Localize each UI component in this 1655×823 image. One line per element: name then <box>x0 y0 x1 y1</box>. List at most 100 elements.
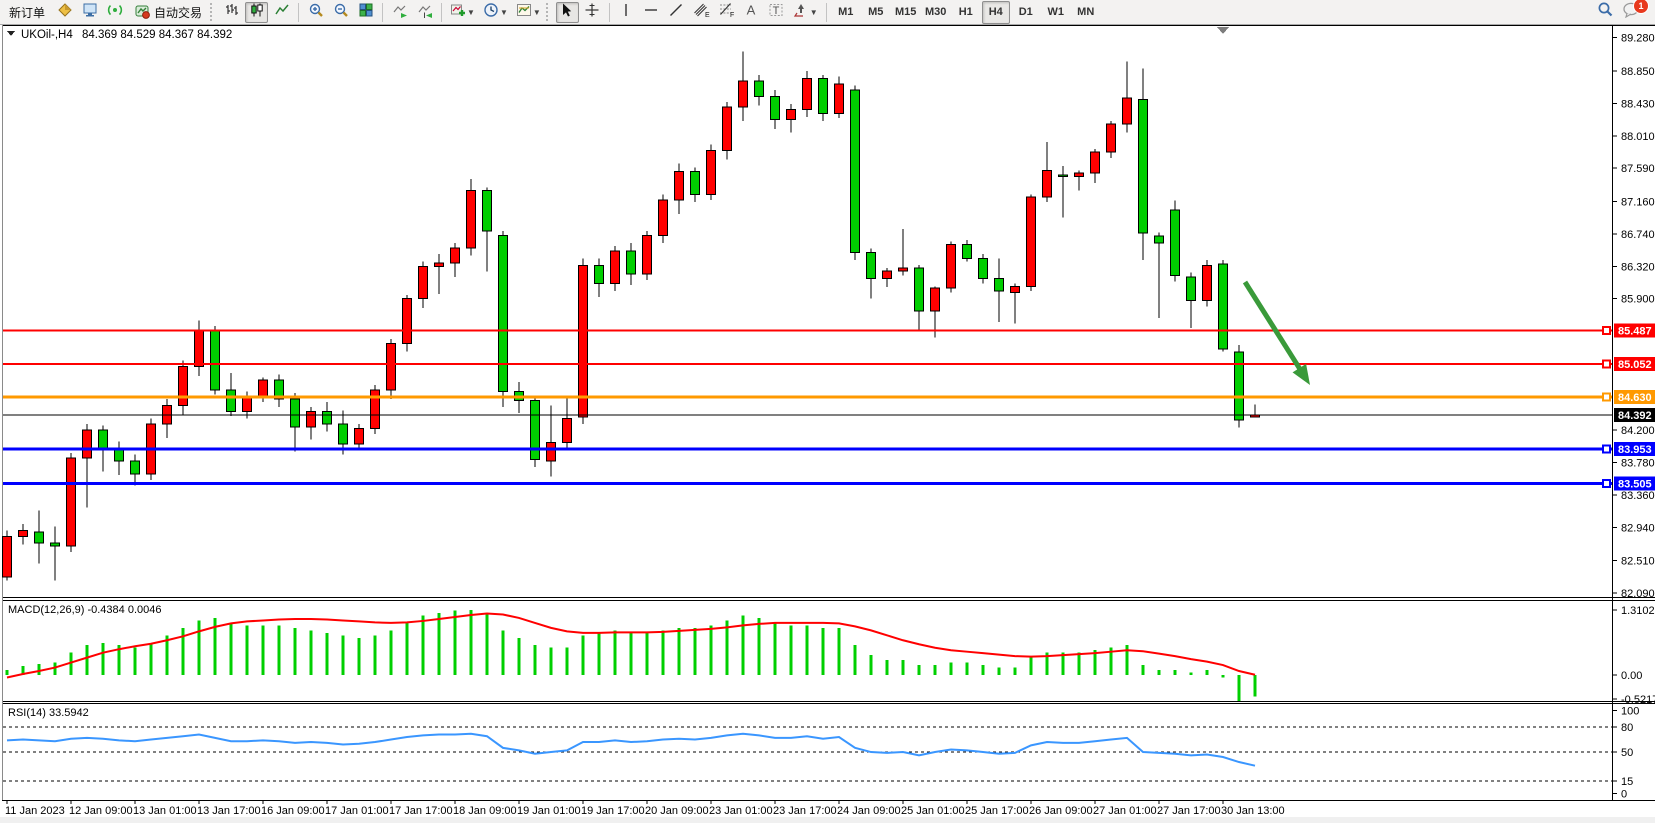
svg-text:13 Jan 17:00: 13 Jan 17:00 <box>197 805 261 817</box>
toolbar-right-group: 1 <box>1593 2 1647 23</box>
timeframe-H4[interactable]: H4 <box>982 1 1010 24</box>
trendline-button[interactable] <box>665 2 688 23</box>
terminal-button[interactable] <box>78 2 101 23</box>
chart-title: UKOil-,H4 <box>21 29 73 41</box>
cursor-arrow-icon <box>559 2 575 23</box>
vertical-line-button[interactable] <box>615 2 638 23</box>
notification-count-badge: 1 <box>1633 0 1649 14</box>
svg-text:26 Jan 09:00: 26 Jan 09:00 <box>1029 805 1093 817</box>
svg-text:17 Jan 17:00: 17 Jan 17:00 <box>389 805 453 817</box>
svg-text:19 Jan 01:00: 19 Jan 01:00 <box>517 805 581 817</box>
notifications-button[interactable]: 1 <box>1619 2 1643 23</box>
timeframe-W1[interactable]: W1 <box>1042 1 1070 24</box>
svg-text:19 Jan 17:00: 19 Jan 17:00 <box>581 805 645 817</box>
tile-windows-icon <box>358 2 374 23</box>
svg-text:11 Jan 2023: 11 Jan 2023 <box>5 805 65 817</box>
dropdown-caret-icon: ▼ <box>500 8 508 17</box>
zoom-out-icon <box>333 2 349 23</box>
signals-button[interactable] <box>103 2 126 23</box>
svg-text:E: E <box>705 12 710 18</box>
autotrading-button[interactable]: 自动交易 <box>128 2 208 23</box>
timeframe-M1[interactable]: M1 <box>832 1 860 24</box>
dropdown-caret-icon: ▼ <box>810 8 818 17</box>
svg-text:84.200: 84.200 <box>1621 425 1655 437</box>
autotrading-label: 自动交易 <box>154 4 202 21</box>
diamond-icon <box>57 2 73 23</box>
add-indicator-icon <box>450 2 466 23</box>
timeframe-M15[interactable]: M15 <box>892 1 920 24</box>
svg-text:86.320: 86.320 <box>1621 261 1655 273</box>
svg-text:23 Jan 17:00: 23 Jan 17:00 <box>773 805 837 817</box>
svg-text:82.940: 82.940 <box>1621 522 1655 534</box>
svg-text:84.630: 84.630 <box>1618 392 1652 404</box>
auto-scroll-button[interactable] <box>388 2 411 23</box>
svg-text:17 Jan 01:00: 17 Jan 01:00 <box>325 805 389 817</box>
tile-windows-button[interactable] <box>354 2 377 23</box>
new-order-label: 新订单 <box>9 4 45 21</box>
svg-text:30 Jan 13:00: 30 Jan 13:00 <box>1221 805 1285 817</box>
indicators-button[interactable]: ▼ <box>447 2 478 23</box>
templates-button[interactable]: ▼ <box>513 2 544 23</box>
new-order-button[interactable]: 新订单 <box>3 2 51 23</box>
svg-text:87.590: 87.590 <box>1621 163 1655 175</box>
chart-canvas[interactable]: 85.48785.05284.63083.95383.50584.392 89.… <box>0 25 1655 823</box>
autotrade-icon <box>134 3 150 22</box>
horizontal-line-icon <box>643 2 659 23</box>
trendline-icon <box>668 2 684 23</box>
toolbar-separator <box>298 3 299 22</box>
svg-text:16 Jan 09:00: 16 Jan 09:00 <box>261 805 325 817</box>
timeframe-M30[interactable]: M30 <box>922 1 950 24</box>
svg-text:25 Jan 01:00: 25 Jan 01:00 <box>901 805 965 817</box>
svg-text:83.780: 83.780 <box>1621 457 1655 469</box>
macd-label: MACD(12,26,9) -0.4384 0.0046 <box>8 604 161 616</box>
arrows-tool-button[interactable]: ▼ <box>790 2 821 23</box>
text-tool-button[interactable]: A <box>740 2 763 23</box>
text-label-icon: T <box>768 2 784 23</box>
chart-shift-button[interactable] <box>413 2 436 23</box>
svg-text:83.360: 83.360 <box>1621 490 1655 502</box>
svg-text:100: 100 <box>1621 705 1639 717</box>
fibonacci-button[interactable]: F <box>715 2 738 23</box>
svg-text:23 Jan 01:00: 23 Jan 01:00 <box>709 805 773 817</box>
toolbar-separator <box>441 3 442 22</box>
market-watch-button[interactable] <box>53 2 76 23</box>
zoom-out-button[interactable] <box>329 2 352 23</box>
timeframe-M5[interactable]: M5 <box>862 1 890 24</box>
periods-button[interactable]: ▼ <box>480 2 511 23</box>
horizontal-line-button[interactable] <box>640 2 663 23</box>
svg-text:82.510: 82.510 <box>1621 556 1655 568</box>
timeframe-H1[interactable]: H1 <box>952 1 980 24</box>
toolbar-separator <box>382 3 383 22</box>
chart-candles-button[interactable] <box>245 2 268 23</box>
toolbar-separator <box>609 3 610 22</box>
text-label-button[interactable]: T <box>765 2 788 23</box>
timeframe-MN[interactable]: MN <box>1072 1 1100 24</box>
svg-text:50: 50 <box>1621 747 1633 759</box>
auto-scroll-icon <box>392 2 408 23</box>
svg-text:84.392: 84.392 <box>1618 410 1652 422</box>
svg-text:25 Jan 17:00: 25 Jan 17:00 <box>965 805 1029 817</box>
bar-chart-icon <box>224 2 240 23</box>
svg-text:85.052: 85.052 <box>1618 359 1652 371</box>
equidistant-channel-button[interactable]: E <box>690 2 713 23</box>
cursor-button[interactable] <box>556 2 579 23</box>
search-button[interactable] <box>1594 2 1617 23</box>
svg-text:12 Jan 09:00: 12 Jan 09:00 <box>69 805 133 817</box>
trading-terminal-window: 新订单 自动交易 <box>0 0 1655 823</box>
svg-text:83.953: 83.953 <box>1618 444 1652 456</box>
crosshair-button[interactable] <box>581 2 604 23</box>
text-tool-icon: A <box>743 2 759 23</box>
svg-text:86.740: 86.740 <box>1621 229 1655 241</box>
zoom-in-button[interactable] <box>304 2 327 23</box>
clock-icon <box>483 2 499 23</box>
timeframe-D1[interactable]: D1 <box>1012 1 1040 24</box>
vertical-line-icon <box>618 2 634 23</box>
chart-line-button[interactable] <box>270 2 293 23</box>
svg-text:15: 15 <box>1621 776 1633 788</box>
svg-text:13 Jan 01:00: 13 Jan 01:00 <box>133 805 197 817</box>
svg-text:82.090: 82.090 <box>1621 588 1655 600</box>
svg-text:88.430: 88.430 <box>1621 98 1655 110</box>
chart-bars-button[interactable] <box>220 2 243 23</box>
zoom-in-icon <box>308 2 324 23</box>
svg-text:88.850: 88.850 <box>1621 66 1655 78</box>
